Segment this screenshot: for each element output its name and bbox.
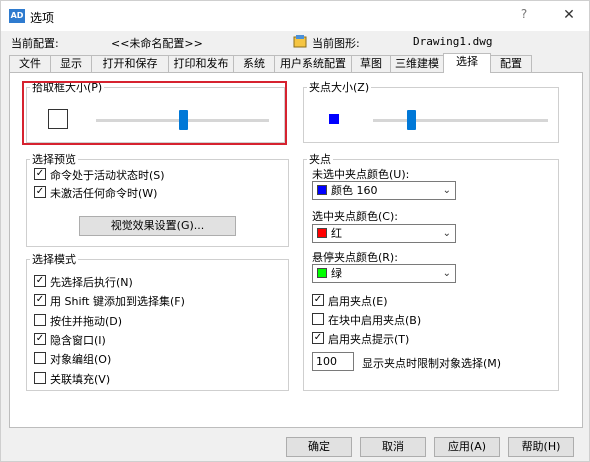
grip-size-preview [329,114,339,124]
color-swatch [317,268,327,278]
selection-modes-legend: 选择模式 [32,253,76,266]
checkbox-label: 启用夹点(E) [328,295,388,308]
grip-object-limit-input[interactable]: 100 [312,352,354,371]
unselected-grip-color-label: 未选中夹点颜色(U): [312,168,410,181]
tab-open-save[interactable]: 打开和保存 [91,55,169,72]
hover-grip-color-select[interactable]: 绿 ⌄ [312,264,456,283]
checkbox-box[interactable]: ✓ [34,168,46,180]
select-value: 绿 [331,267,342,280]
chevron-down-icon: ⌄ [442,228,451,239]
checkbox-label: 隐含窗口(I) [50,334,106,347]
close-icon[interactable]: ✕ [559,7,579,25]
checkbox-label: 在块中启用夹点(B) [328,314,422,327]
grips-legend: 夹点 [309,153,331,166]
options-dialog: AD 选项 ? ✕ 当前配置: <<未命名配置>> 当前图形: Drawing1… [0,0,590,462]
tab-drafting[interactable]: 草图 [351,55,391,72]
window-title: 选项 [30,11,55,25]
selected-grip-color-label: 选中夹点颜色(C): [312,210,398,223]
app-icon: AD [9,9,25,23]
current-drawing-label: 当前图形: [312,37,360,50]
tab-profiles[interactable]: 配置 [490,55,532,72]
checkbox-label: 关联填充(V) [50,373,111,386]
selected-grip-color-select[interactable]: 红 ⌄ [312,224,456,243]
tab-display[interactable]: 显示 [50,55,92,72]
checkbox-box[interactable] [34,372,46,384]
grip-size-group: 夹点大小(Z) [303,79,559,143]
checkbox-label: 对象编组(O) [50,353,112,366]
current-profile-value: <<未命名配置>> [111,37,203,50]
grip-object-limit-label: 显示夹点时限制对象选择(M) [362,357,502,370]
tab-selection[interactable]: 选择 [443,53,491,73]
tab-3d-modeling[interactable]: 三维建模 [390,55,444,72]
grip-size-slider-thumb[interactable] [406,110,416,130]
checkbox-label: 命令处于活动状态时(S) [50,169,165,182]
checkbox-label: 启用夹点提示(T) [328,333,410,346]
checkbox-box[interactable]: ✓ [312,332,324,344]
cancel-button[interactable]: 取消 [360,437,426,457]
current-drawing-value: Drawing1.dwg [413,35,493,48]
selection-preview-legend: 选择预览 [32,153,76,166]
visual-effects-settings-button[interactable]: 视觉效果设置(G)... [79,216,236,236]
current-profile-label: 当前配置: [11,37,59,50]
checkbox-box[interactable]: ✓ [34,294,46,306]
chevron-down-icon: ⌄ [442,185,451,196]
drawing-icon [293,35,307,48]
checkbox-box[interactable] [312,313,324,325]
checkbox-box[interactable]: ✓ [312,294,324,306]
select-value: 颜色 160 [331,184,378,197]
hover-grip-color-label: 悬停夹点颜色(R): [312,251,398,264]
tab-system[interactable]: 系统 [233,55,275,72]
checkbox-box[interactable]: ✓ [34,275,46,287]
highlight-box [22,81,287,145]
tab-plot-publish[interactable]: 打印和发布 [168,55,234,72]
grip-size-legend: 夹点大小(Z) [309,81,370,94]
select-value: 红 [331,227,342,240]
tab-strip: 文件 显示 打开和保存 打印和发布 系统 用户系统配置 草图 三维建模 选择 配… [9,53,583,73]
ok-button[interactable]: 确定 [286,437,352,457]
help-icon[interactable]: ? [514,7,534,25]
tab-user-preferences[interactable]: 用户系统配置 [274,55,352,72]
checkbox-label: 按住并拖动(D) [50,315,123,328]
checkbox-box[interactable]: ✓ [34,333,46,345]
help-button[interactable]: 帮助(H) [508,437,574,457]
color-swatch [317,185,327,195]
apply-button[interactable]: 应用(A) [434,437,500,457]
checkbox-label: 先选择后执行(N) [50,276,133,289]
checkbox-box[interactable] [34,352,46,364]
chevron-down-icon: ⌄ [442,268,451,279]
title-bar: AD 选项 ? ✕ [1,1,589,31]
color-swatch [317,228,327,238]
checkbox-label: 未激活任何命令时(W) [50,187,158,200]
grip-size-slider-track[interactable] [373,119,548,122]
checkbox-label: 用 Shift 键添加到选择集(F) [50,295,185,308]
checkbox-box[interactable]: ✓ [34,186,46,198]
unselected-grip-color-select[interactable]: 颜色 160 ⌄ [312,181,456,200]
tab-files[interactable]: 文件 [9,55,51,72]
checkbox-box[interactable] [34,314,46,326]
